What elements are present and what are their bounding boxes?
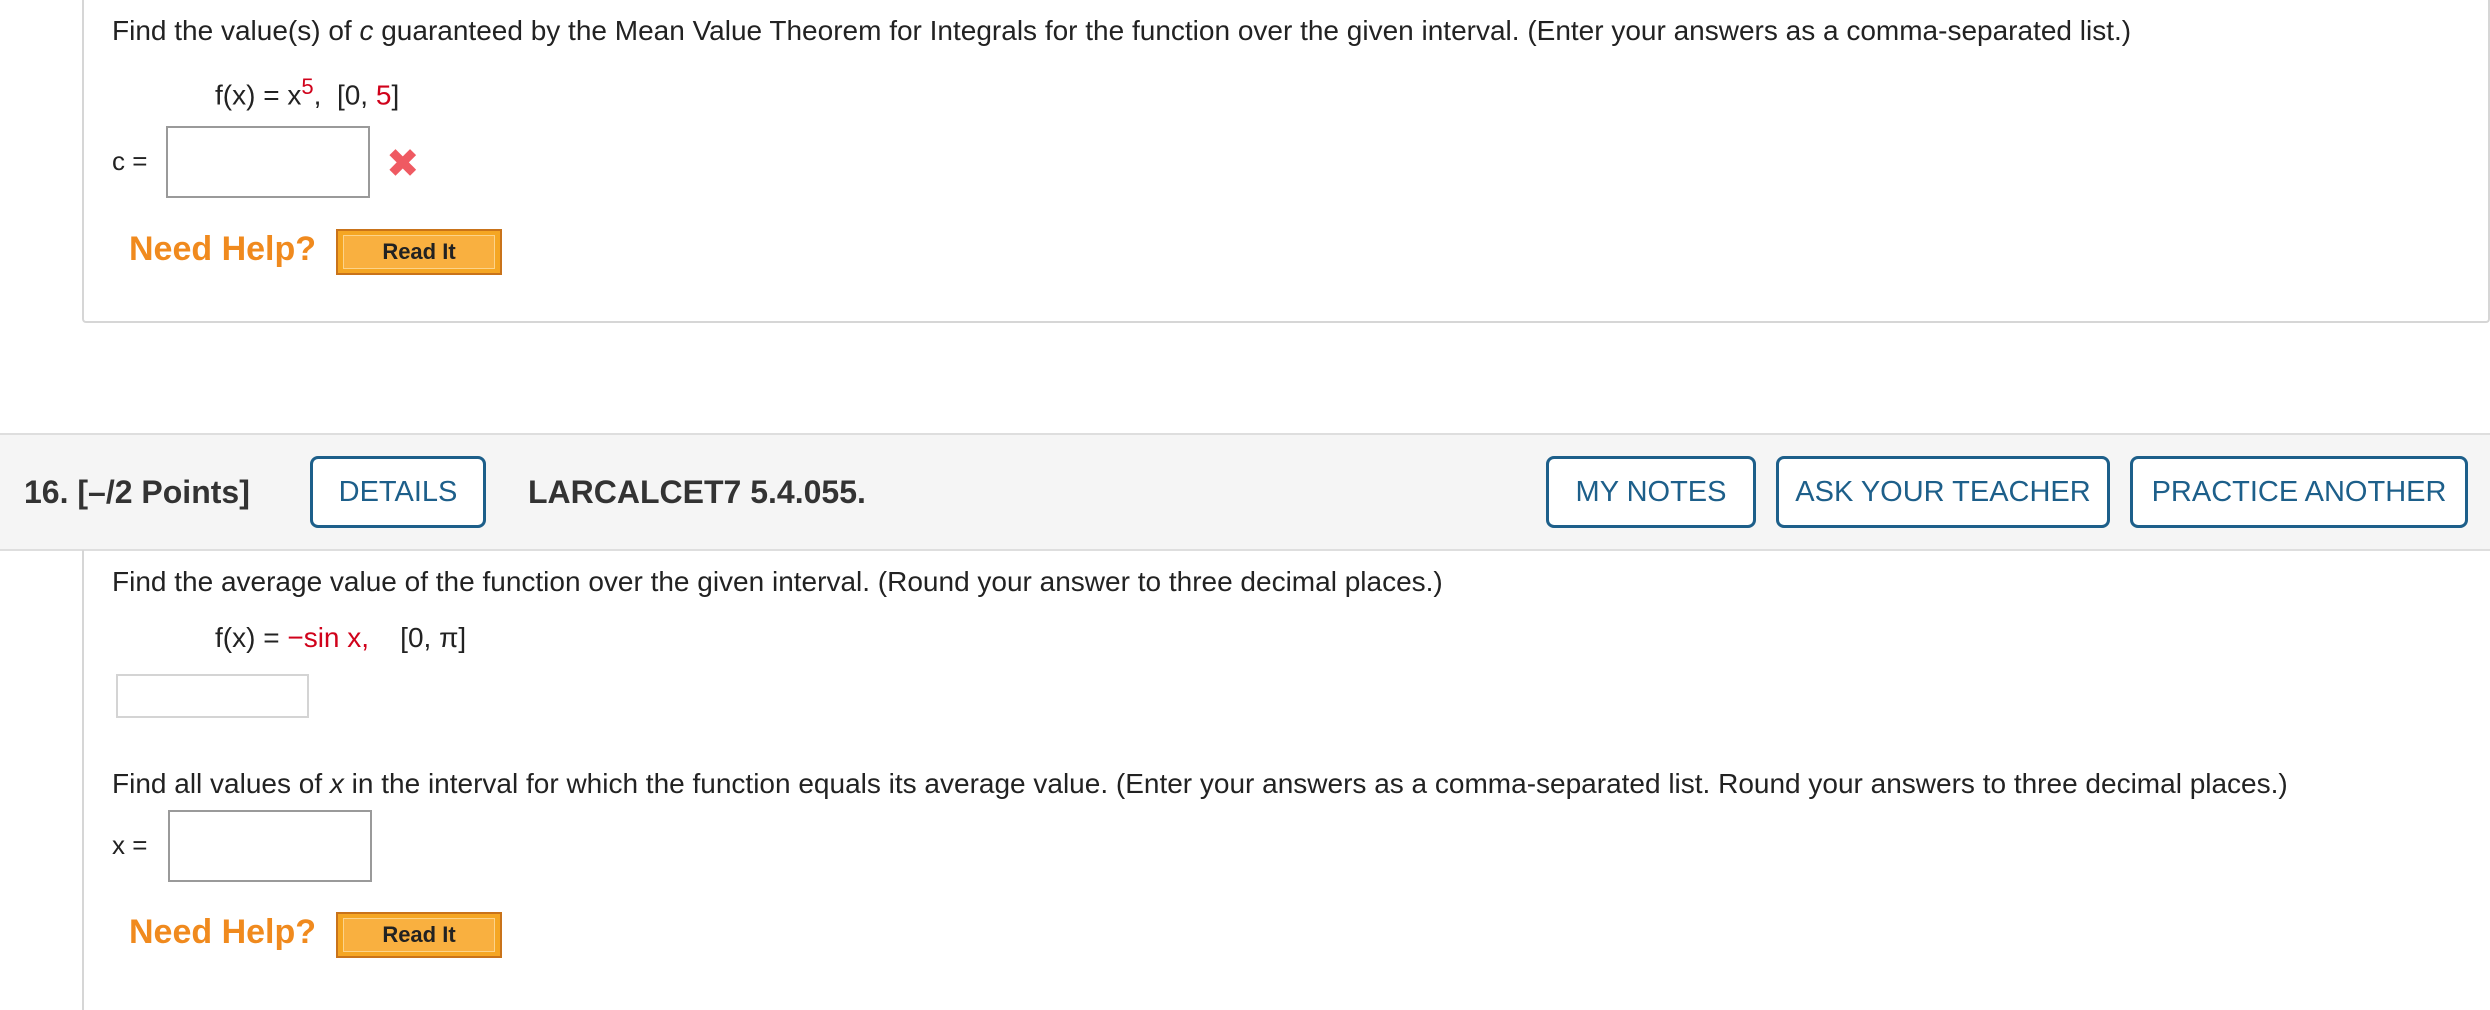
c-answer-input[interactable] [166, 126, 370, 198]
formula-exponent: 5 [301, 74, 314, 99]
formula-interval: ] [391, 79, 400, 111]
question-number: 16. [–/2 Points] [24, 474, 250, 511]
formula-interval: [0, π] [400, 622, 467, 653]
x-mark-icon: ✖ [386, 142, 420, 186]
prompt-text: in the interval for which the function e… [343, 768, 2288, 799]
prompt-text: Find all values of [112, 768, 330, 799]
read-it-button[interactable]: Read It [336, 912, 502, 958]
part2-prompt: Find all values of x in the interval for… [112, 767, 2288, 801]
prompt-variable: x [329, 768, 344, 799]
average-value-input[interactable] [116, 674, 309, 718]
prompt-text: guaranteed by the Mean Value Theorem for… [373, 15, 2132, 46]
formula-interval-end: 5 [375, 79, 392, 111]
my-notes-button[interactable]: MY NOTES [1546, 456, 1756, 528]
prompt-text: Find the value(s) of [112, 15, 360, 46]
read-it-button[interactable]: Read It [336, 229, 502, 275]
need-help-label: Need Help? [129, 913, 317, 951]
formula-rhs: −sin x, [287, 622, 370, 653]
need-help-label: Need Help? [129, 230, 317, 268]
part1-prompt: Find the average value of the function o… [112, 566, 1443, 597]
details-button[interactable]: DETAILS [310, 456, 486, 528]
question-id: LARCALCET7 5.4.055. [528, 474, 866, 510]
question-number-text: 16. [24, 474, 69, 510]
x-answer-input[interactable] [168, 810, 372, 882]
c-answer-label: c = [112, 146, 148, 176]
question-points: [–/2 Points] [77, 474, 250, 510]
question-formula: f(x) = −sin x, [0, π] [215, 621, 466, 655]
prompt-variable: c [359, 15, 374, 46]
x-answer-label: x = [112, 830, 148, 860]
ask-your-teacher-button[interactable]: ASK YOUR TEACHER [1776, 456, 2110, 528]
formula-lhs: f(x) = x [215, 79, 302, 111]
formula-separator: , [313, 79, 322, 111]
practice-another-button[interactable]: PRACTICE ANOTHER [2130, 456, 2468, 528]
formula-interval: [0, [336, 79, 376, 111]
read-it-label: Read It [343, 235, 495, 269]
formula-lhs: f(x) = [215, 622, 288, 653]
prev-formula: f(x) = x5, [0, 5] [215, 70, 399, 112]
prev-question-prompt: Find the value(s) of c guaranteed by the… [112, 14, 2131, 48]
read-it-label: Read It [343, 918, 495, 952]
